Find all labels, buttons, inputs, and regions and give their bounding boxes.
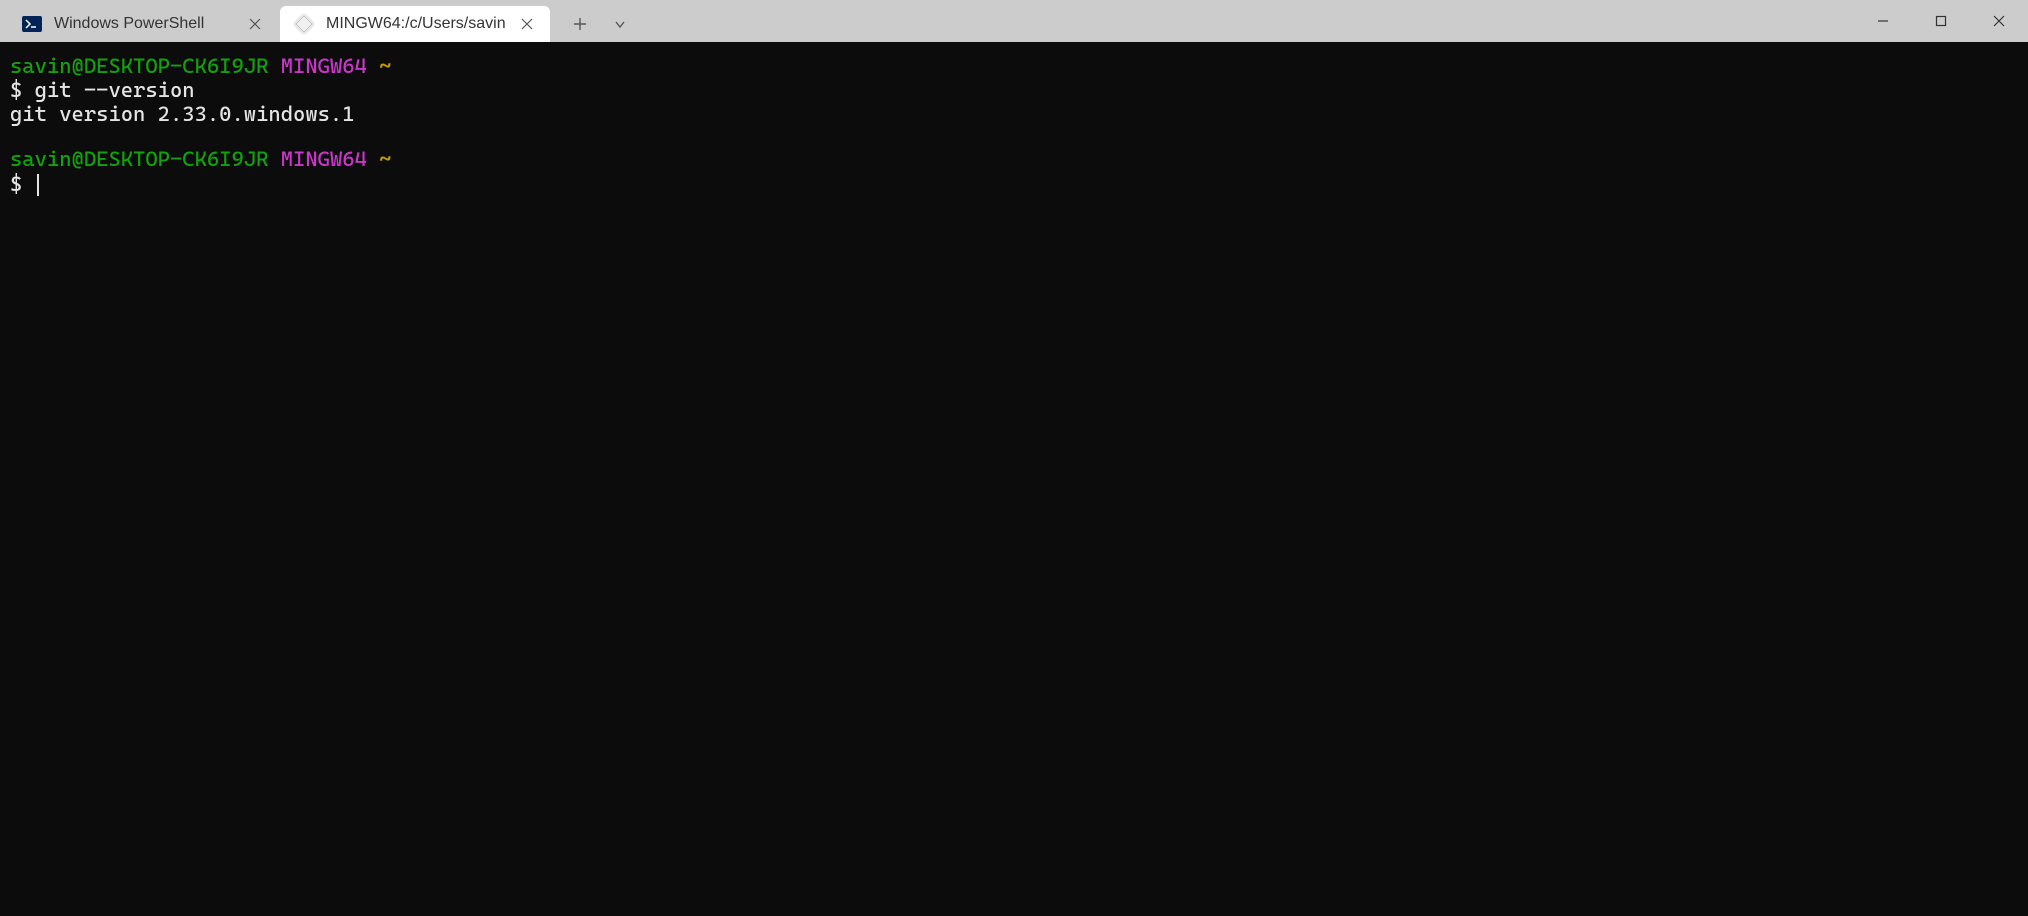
user-host: savin@DESKTOP-CK6I9JR bbox=[10, 54, 268, 78]
app-window: Windows PowerShell MINGW64:/c/Users/savi… bbox=[0, 0, 2028, 916]
prompt-line: savin@DESKTOP-CK6I9JR MINGW64 ~ bbox=[10, 54, 2018, 78]
output-line: git version 2.33.0.windows.1 bbox=[10, 102, 2018, 126]
close-icon[interactable] bbox=[518, 15, 536, 33]
maximize-button[interactable] bbox=[1912, 0, 1970, 42]
window-controls bbox=[1854, 0, 2028, 42]
new-tab-button[interactable] bbox=[560, 6, 600, 42]
tabs-area: Windows PowerShell MINGW64:/c/Users/savi… bbox=[0, 0, 648, 42]
user-host: savin@DESKTOP-CK6I9JR bbox=[10, 147, 268, 171]
command-line: $ git --version bbox=[10, 78, 2018, 102]
close-icon[interactable] bbox=[246, 15, 264, 33]
minimize-button[interactable] bbox=[1854, 0, 1912, 42]
close-button[interactable] bbox=[1970, 0, 2028, 42]
git-icon bbox=[294, 14, 314, 34]
path-label: ~ bbox=[379, 54, 391, 78]
terminal-content[interactable]: savin@DESKTOP-CK6I9JR MINGW64 ~$ git --v… bbox=[0, 42, 2028, 916]
tab-title: MINGW64:/c/Users/savin bbox=[326, 15, 510, 33]
titlebar[interactable]: Windows PowerShell MINGW64:/c/Users/savi… bbox=[0, 0, 2028, 42]
prompt-symbol: $ bbox=[10, 78, 22, 102]
command-text: git --version bbox=[35, 78, 195, 102]
tab-title: Windows PowerShell bbox=[54, 15, 238, 33]
powershell-icon bbox=[22, 14, 42, 34]
prompt-line: savin@DESKTOP-CK6I9JR MINGW64 ~ bbox=[10, 147, 2018, 171]
cursor bbox=[37, 174, 39, 196]
path-label: ~ bbox=[379, 147, 391, 171]
command-line: $ bbox=[10, 172, 2018, 196]
tab-mingw64[interactable]: MINGW64:/c/Users/savin bbox=[280, 6, 550, 42]
tab-powershell[interactable]: Windows PowerShell bbox=[8, 6, 278, 42]
prompt-symbol: $ bbox=[10, 172, 22, 196]
tab-dropdown-button[interactable] bbox=[600, 6, 640, 42]
env-label: MINGW64 bbox=[281, 54, 367, 78]
env-label: MINGW64 bbox=[281, 147, 367, 171]
blank-line bbox=[10, 126, 2018, 147]
tab-actions bbox=[552, 6, 648, 42]
